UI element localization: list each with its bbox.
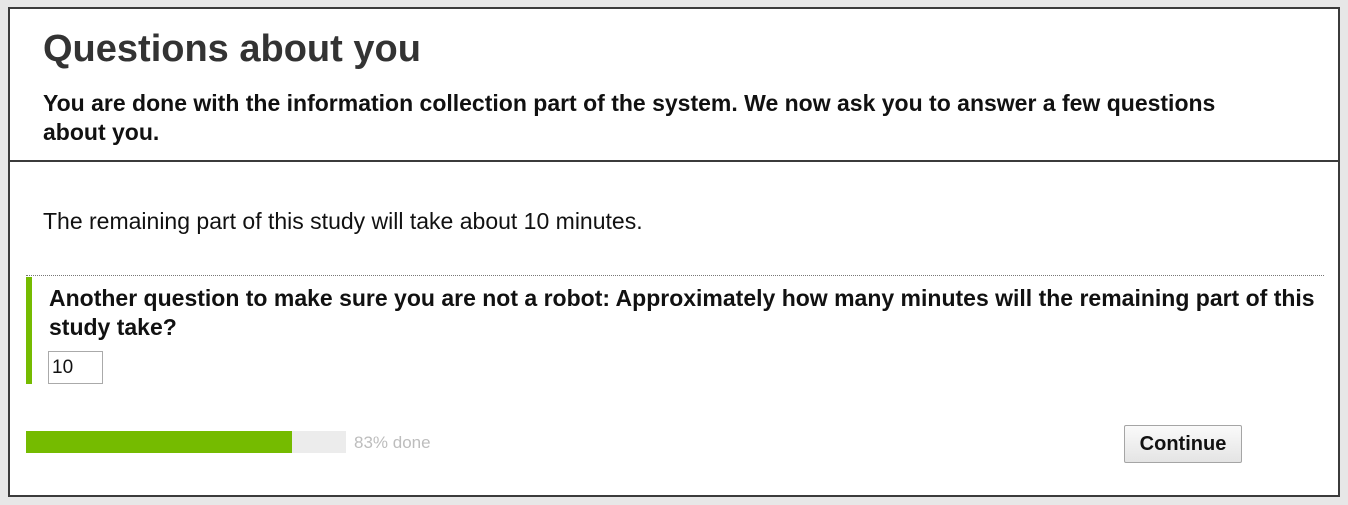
survey-frame: Questions about you You are done with th… xyxy=(8,7,1340,497)
progress-text: 83% done xyxy=(354,433,431,452)
progress-bar-fill xyxy=(26,431,292,453)
intro-text: The remaining part of this study will ta… xyxy=(43,208,643,234)
question-label: Another question to make sure you are no… xyxy=(49,285,1315,340)
progress-bar xyxy=(26,431,346,453)
continue-button[interactable]: Continue xyxy=(1124,425,1242,463)
page-header: Questions about you You are done with th… xyxy=(10,9,1338,162)
page-title: Questions about you xyxy=(43,28,421,70)
page-subtitle: You are done with the information collec… xyxy=(43,90,1216,145)
minutes-answer-input[interactable] xyxy=(48,351,103,384)
question-divider xyxy=(26,275,1324,276)
question-block: Another question to make sure you are no… xyxy=(26,277,1332,384)
